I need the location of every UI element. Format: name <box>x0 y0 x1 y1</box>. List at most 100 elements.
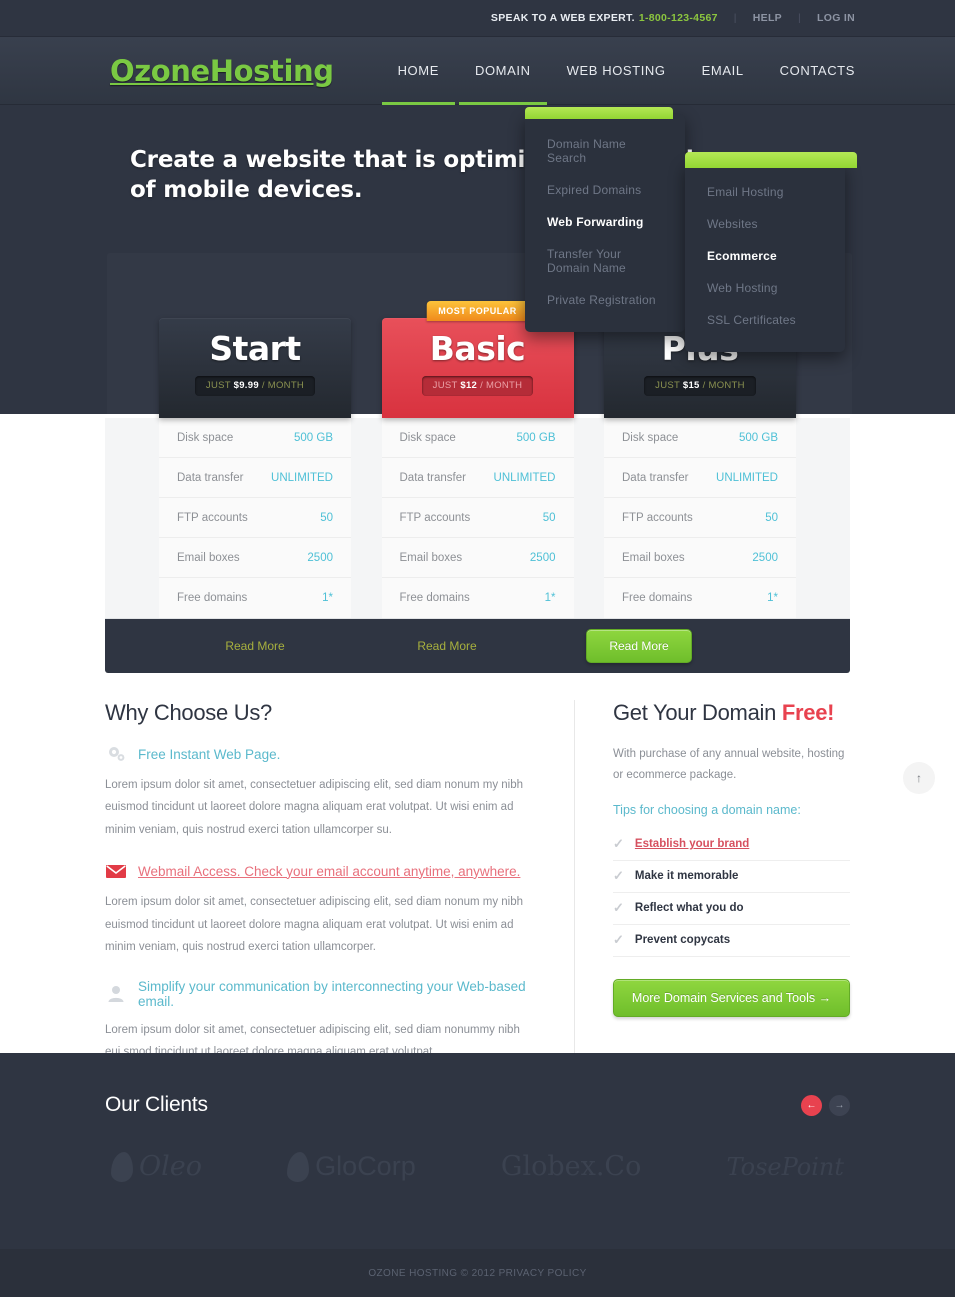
dropdown-menu-domain: Domain Name Search Expired Domains Web F… <box>525 107 685 332</box>
feature-row: Free domains 1* <box>382 578 574 618</box>
help-link[interactable]: HELP <box>753 12 782 24</box>
utility-top-bar: SPEAK TO A WEB EXPERT. 1-800-123-4567 | … <box>0 0 955 37</box>
feature-row: Email boxes 2500 <box>159 538 351 578</box>
feature-row: Email boxes 2500 <box>381 538 574 578</box>
nav-item-web-hosting[interactable]: WEB HOSTING <box>567 37 666 105</box>
nav-item-contacts[interactable]: CONTACTS <box>780 37 855 105</box>
tip-label: Reflect what you do <box>634 902 744 915</box>
client-logo-glocorp[interactable]: GloCorp <box>287 1151 416 1182</box>
feature-row: Data transfer UNLIMITED <box>159 458 351 498</box>
more-domain-services-button[interactable]: More Domain Services and Tools → <box>613 978 850 1017</box>
menu-item-private-registration[interactable]: Private Registration <box>525 284 685 316</box>
feature-value: 50 <box>765 511 778 524</box>
footer-copyright-link[interactable]: OZONE HOSTING © 2012 PRIVACY POLICY <box>368 1268 586 1279</box>
feature-label: Disk space <box>177 431 234 444</box>
leaf-mark-icon <box>111 1151 133 1182</box>
client-logo-tosepoint[interactable]: TosePoint <box>726 1153 844 1181</box>
feature-value: UNLIMITED <box>271 471 333 484</box>
client-logo-globex[interactable]: Globex.Co <box>501 1151 641 1182</box>
plan-name: Basic <box>429 329 526 368</box>
read-more-button-plus[interactable]: Read More <box>586 629 692 663</box>
feature-value: 500 GB <box>516 431 556 444</box>
tip-item: ✓ Prevent copycats <box>613 925 850 957</box>
get-domain-lede: With purchase of any annual website, hos… <box>613 748 845 782</box>
feature-label: Data transfer <box>622 471 689 484</box>
tip-label: Make it memorable <box>634 870 739 883</box>
menu-item-transfer-your-domain-name[interactable]: Transfer Your Domain Name <box>525 238 685 284</box>
feature-link[interactable]: Free Instant Web Page. <box>138 747 280 762</box>
login-link[interactable]: LOG IN <box>817 12 855 24</box>
check-icon: ✓ <box>613 868 624 884</box>
feature-label: Disk space <box>622 431 679 444</box>
pricing-cta-row: Read More Read More Read More <box>105 619 850 673</box>
feature-row: Disk space 500 GB <box>381 418 574 458</box>
read-more-link-start[interactable]: Read More <box>225 639 284 653</box>
feature-label: Free domains <box>399 592 470 604</box>
site-logo[interactable]: OzoneHosting <box>110 54 334 88</box>
feature-link[interactable]: Webmail Access. Check your email account… <box>138 864 520 879</box>
menu-item-domain-name-search[interactable]: Domain Name Search <box>525 128 685 174</box>
pricing-feature-table: Disk space 500 GB Data transfer UNLIMITED … <box>105 418 850 619</box>
plan-price-badge: JUST $15 / MONTH <box>644 375 756 396</box>
tips-heading: Tips for choosing a domain name: <box>613 802 801 817</box>
cta-cell-start: Read More <box>159 639 351 653</box>
menu-item-expired-domains[interactable]: Expired Domains <box>525 174 685 206</box>
our-clients-title: Our Clients <box>105 1093 208 1116</box>
feature-value: 500 GB <box>739 431 778 444</box>
nav-item-domain[interactable]: DOMAIN <box>459 37 547 107</box>
nav-item-email[interactable]: EMAIL <box>702 37 744 105</box>
our-clients-section: Our Clients ← → Oleo GloCorp Globex.Co T… <box>0 1053 955 1249</box>
main-content: Why Choose Us? Free Instant Web Page. Lo… <box>0 700 955 1084</box>
feature-link[interactable]: Simplify your communication by interconn… <box>138 979 534 1009</box>
tip-item: ✓ Make it memorable <box>613 861 850 893</box>
price-prefix: JUST <box>205 379 231 391</box>
client-logo-oleo[interactable]: Oleo <box>111 1151 202 1182</box>
feature-value: 50 <box>320 511 333 524</box>
plan-price-badge: JUST $12 / MONTH <box>421 375 534 396</box>
nav-item-home[interactable]: HOME <box>381 37 456 105</box>
menu-item-websites[interactable]: Websites <box>685 208 845 240</box>
phone-link[interactable]: 1-800-123-4567 <box>639 12 718 24</box>
pricing-card-head: MOST POPULAR Basic JUST $12 / MONTH <box>381 301 574 418</box>
read-more-link-basic[interactable]: Read More <box>417 639 476 653</box>
feature-row: Free domains 1* <box>159 578 351 618</box>
client-logo-label: TosePoint <box>726 1152 844 1181</box>
feature-row: Free domains 1* <box>604 578 796 618</box>
menu-item-email-hosting[interactable]: Email Hosting <box>685 176 845 208</box>
plan-name: Start <box>209 329 301 368</box>
scroll-to-top-button[interactable]: ↑ <box>903 762 935 794</box>
menu-item-ssl-certificates[interactable]: SSL Certificates <box>685 304 845 336</box>
menu-item-web-forwarding[interactable]: Web Forwarding <box>525 206 685 238</box>
carousel-next-arrow-icon[interactable]: → <box>829 1095 850 1116</box>
tip-link[interactable]: Establish your brand <box>635 838 749 850</box>
cta-cell-plus: Read More <box>543 629 735 663</box>
price-amount: $12 <box>460 379 478 391</box>
menu-item-web-hosting[interactable]: Web Hosting <box>685 272 845 304</box>
feature-label: Data transfer <box>177 471 244 484</box>
feature-row: Disk space 500 GB <box>604 418 796 458</box>
feature-value: 500 GB <box>294 431 333 444</box>
leaf-mark-icon <box>287 1151 310 1182</box>
feature-value: 1* <box>544 592 556 604</box>
carousel-prev-arrow-icon[interactable]: ← <box>801 1095 822 1116</box>
feature-value: 2500 <box>529 551 556 564</box>
menu-item-ecommerce[interactable]: Ecommerce <box>685 240 845 272</box>
feature-block-free-instant-web-page: Free Instant Web Page. Lorem ipsum dolor… <box>105 744 534 841</box>
feature-label: Data transfer <box>399 471 466 484</box>
why-choose-us-title: Why Choose Us? <box>105 700 272 725</box>
feature-row: FTP accounts 50 <box>381 498 574 538</box>
client-logo-label: GloCorp <box>315 1151 416 1181</box>
pricing-section: Start JUST $9.99 / MONTH MOST POPULAR Ba… <box>0 301 955 673</box>
feature-body: Lorem ipsum dolor sit amet, consectetuer… <box>105 779 524 836</box>
feature-label: Email boxes <box>399 551 463 564</box>
feature-value: 50 <box>542 511 556 524</box>
feature-label: FTP accounts <box>177 511 248 524</box>
feature-label: Disk space <box>399 431 456 444</box>
main-navigation: HOME DOMAIN WEB HOSTING EMAIL CONTACTS <box>381 37 855 107</box>
feature-value: 2500 <box>307 551 333 564</box>
tip-item: ✓ Reflect what you do <box>613 893 850 925</box>
price-amount: $9.99 <box>233 379 259 391</box>
feature-label: Free domains <box>177 592 248 604</box>
feature-row: Data transfer UNLIMITED <box>381 458 574 498</box>
plan-price-badge: JUST $9.99 / MONTH <box>194 375 316 396</box>
